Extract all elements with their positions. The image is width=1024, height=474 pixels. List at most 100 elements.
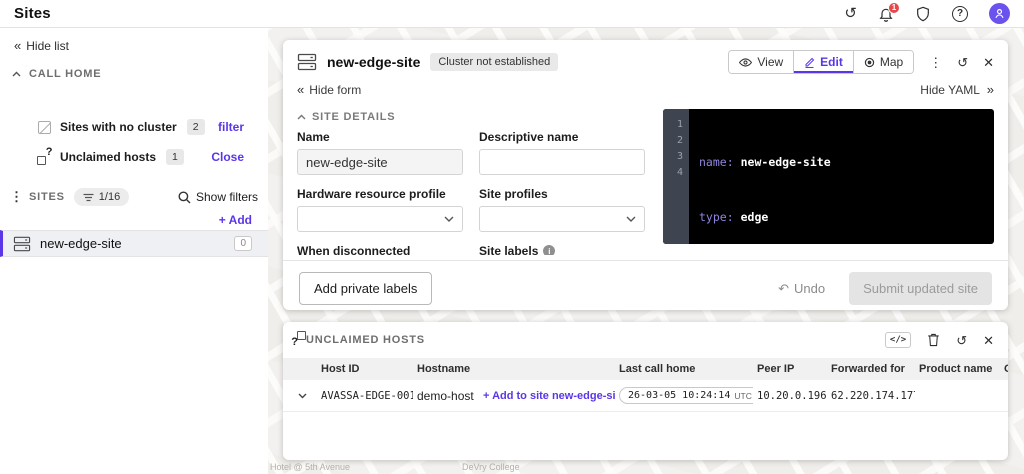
user-avatar[interactable]: [989, 3, 1010, 24]
col-host-id: Host ID: [317, 363, 413, 375]
last-call-home-value: 26-03-05 10:24:14 UTC: [615, 387, 753, 404]
hardware-profile-select[interactable]: [297, 206, 463, 232]
sites-title: SITES: [29, 191, 65, 203]
hide-list-button[interactable]: «Hide list: [14, 38, 69, 53]
peer-ip-value: 10.20.0.196: [753, 390, 827, 402]
field-site-labels: Site labels i +New label: [479, 244, 645, 255]
cluster-status-badge: Cluster not established: [430, 53, 558, 71]
topbar: Sites ↺ 1 ?: [0, 0, 1024, 28]
code-view-button[interactable]: </>: [885, 332, 911, 348]
site-panel-footer: Add private labels ↶ Undo Submit updated…: [283, 260, 1008, 316]
call-home-section-header[interactable]: CALL HOME: [12, 68, 101, 80]
col-product-name: Product name: [915, 363, 1000, 375]
site-title: new-edge-site: [327, 54, 420, 70]
yaml-line-numbers: 1 2 3 4: [663, 109, 689, 244]
expand-row-button[interactable]: [283, 393, 317, 399]
add-site-button[interactable]: + Add: [219, 213, 252, 227]
map-label-college: DeVry College: [462, 462, 520, 472]
site-details-section-header[interactable]: SITE DETAILS: [297, 111, 649, 123]
add-private-labels-button[interactable]: Add private labels: [299, 272, 432, 305]
search-icon: [178, 191, 191, 204]
undo-button[interactable]: ↶ Undo: [778, 281, 825, 297]
view-mode-switcher: View Edit Map: [728, 50, 914, 74]
trash-icon[interactable]: [927, 333, 940, 347]
map-pin-icon: [864, 57, 875, 68]
chevron-down-icon: [626, 216, 636, 222]
forwarded-for-value: 62.220.174.177: [827, 390, 915, 402]
site-panel-header: new-edge-site Cluster not established Vi…: [283, 40, 1008, 75]
host-id-value: AVASSA-EDGE-001: [317, 390, 413, 402]
field-hardware-profile: Hardware resource profile: [297, 187, 463, 232]
kebab-icon[interactable]: ⋮: [10, 189, 23, 205]
unclaimed-hosts-panel: ? UNCLAIMED HOSTS </> ↺ ✕ Host ID Hostna…: [283, 322, 1008, 460]
help-icon[interactable]: ?: [952, 6, 968, 22]
tab-view[interactable]: View: [729, 51, 793, 73]
site-labels-label: Site labels i: [479, 244, 645, 255]
close-icon[interactable]: ✕: [983, 56, 994, 69]
notification-count-badge: 1: [888, 2, 900, 14]
yaml-editor[interactable]: 1 2 3 4 name:new-edge-site type:edge top…: [663, 109, 994, 255]
double-chevron-right-icon: »: [987, 82, 994, 97]
site-icon: [297, 53, 317, 71]
close-icon[interactable]: ✕: [983, 334, 994, 347]
chevron-down-icon: [298, 393, 307, 399]
kebab-menu-icon[interactable]: ⋮: [929, 56, 942, 69]
hardware-profile-label: Hardware resource profile: [297, 187, 463, 201]
site-form: SITE DETAILS Name Descriptive name Hardw…: [297, 105, 649, 255]
double-chevron-left-icon: «: [297, 82, 304, 97]
col-os: OS: [1000, 363, 1008, 375]
refresh-icon[interactable]: ↺: [956, 334, 967, 347]
show-filters-button[interactable]: Show filters: [178, 190, 258, 204]
info-icon: i: [543, 245, 555, 255]
col-peer-ip: Peer IP: [753, 363, 827, 375]
site-detail-panel: new-edge-site Cluster not established Vi…: [283, 40, 1008, 310]
descriptive-name-input[interactable]: [479, 149, 645, 175]
sidebar-item-sites-no-cluster: Sites with no cluster 2 filter: [0, 116, 268, 138]
eye-icon: [739, 58, 752, 67]
name-input[interactable]: [297, 149, 463, 175]
close-link[interactable]: Close: [211, 150, 244, 164]
count-badge: 2: [187, 119, 205, 135]
name-label: Name: [297, 130, 463, 144]
unclaimed-host-icon: ?: [36, 150, 52, 165]
hostname-value: demo-host: [413, 389, 479, 403]
yaml-code: name:new-edge-site type:edge topology: p…: [689, 109, 894, 244]
submit-updated-site-button[interactable]: Submit updated site: [849, 272, 992, 305]
chevron-up-icon: [297, 114, 306, 120]
site-name: new-edge-site: [40, 236, 122, 251]
chevron-down-icon: [444, 216, 454, 222]
table-row: AVASSA-EDGE-001 demo-host + Add to site …: [283, 380, 1008, 412]
unclaimed-hosts-header: ? UNCLAIMED HOSTS </> ↺ ✕: [283, 322, 1008, 358]
undo-icon: ↶: [778, 281, 789, 297]
tab-map[interactable]: Map: [853, 51, 913, 73]
shield-icon[interactable]: [915, 6, 931, 22]
timestamp-pill: 26-03-05 10:24:14 UTC: [619, 387, 753, 404]
site-panel-actions: View Edit Map ⋮ ↺ ✕: [728, 50, 994, 74]
unclaimed-hosts-actions: </> ↺ ✕: [885, 332, 994, 348]
unclaimed-hosts-table-header: Host ID Hostname Last call home Peer IP …: [283, 358, 1008, 380]
field-descriptive-name: Descriptive name: [479, 130, 645, 175]
sidebar-item-unclaimed-hosts: ? Unclaimed hosts 1 Close: [0, 146, 268, 168]
add-to-site-button[interactable]: + Add to site new-edge-site: [479, 390, 615, 402]
site-panel-subheader: «Hide form Hide YAML »: [283, 81, 1008, 97]
no-cluster-icon: [36, 121, 52, 134]
filter-link[interactable]: filter: [218, 120, 244, 134]
refresh-icon[interactable]: ↺: [957, 56, 968, 69]
sidebar-item-new-edge-site[interactable]: new-edge-site 0: [0, 230, 268, 257]
hide-form-button[interactable]: «Hide form: [297, 82, 361, 97]
field-site-profiles: Site profiles: [479, 187, 645, 232]
sites-filter-pill[interactable]: 1/16: [74, 188, 129, 206]
site-panel-body: SITE DETAILS Name Descriptive name Hardw…: [283, 105, 1008, 255]
site-icon: [13, 236, 31, 252]
filter-lines-icon: [83, 193, 94, 202]
double-chevron-left-icon: «: [14, 38, 21, 53]
notifications-button[interactable]: 1: [878, 6, 894, 22]
tab-edit[interactable]: Edit: [793, 51, 853, 73]
site-profiles-select[interactable]: [479, 206, 645, 232]
col-forwarded-for: Forwarded for: [827, 363, 915, 375]
history-icon[interactable]: ↺: [844, 6, 857, 21]
hide-yaml-button[interactable]: Hide YAML »: [920, 82, 994, 97]
site-profiles-label: Site profiles: [479, 187, 645, 201]
unclaimed-hosts-title: UNCLAIMED HOSTS: [306, 334, 425, 346]
disconnected-behavior-label: When disconnected behavior: [297, 244, 463, 255]
